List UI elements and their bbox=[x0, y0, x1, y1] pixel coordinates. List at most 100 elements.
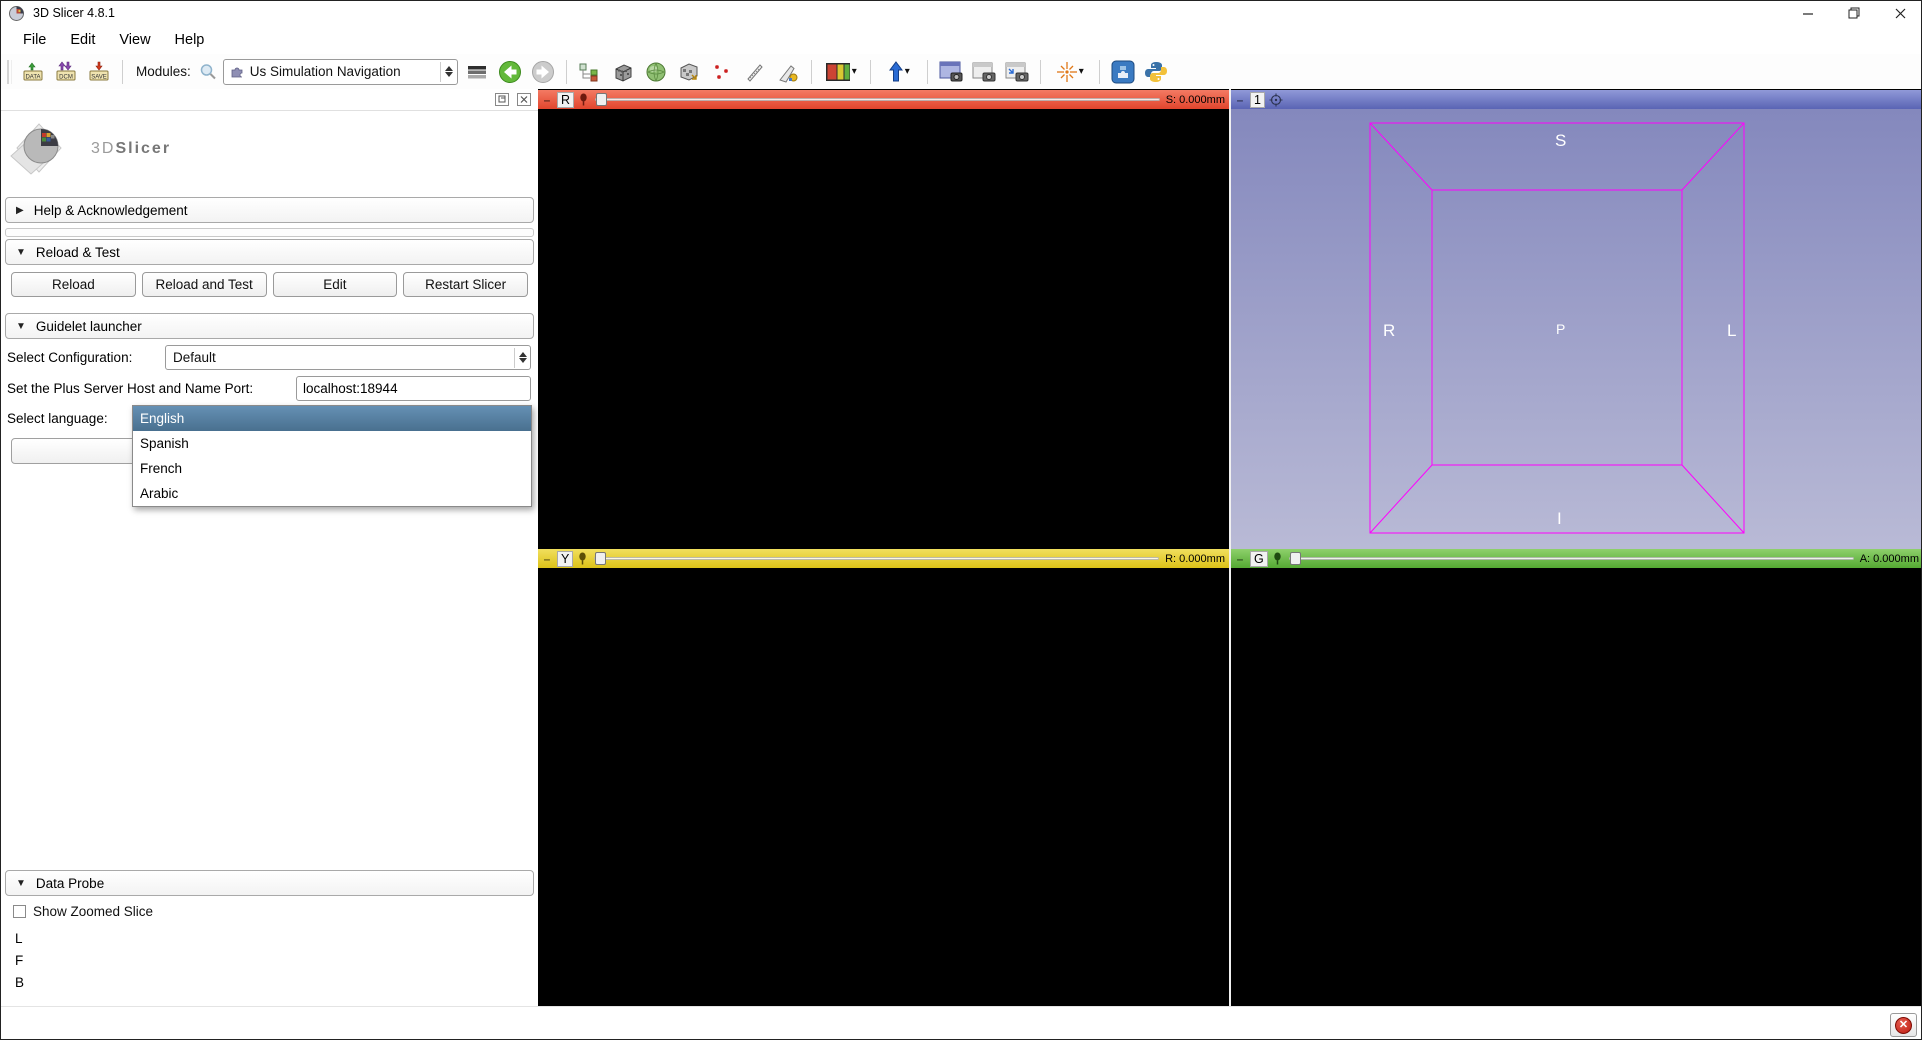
probe-row-f: F bbox=[15, 953, 23, 968]
menu-view[interactable]: View bbox=[107, 28, 162, 52]
language-option-english[interactable]: English bbox=[133, 406, 531, 431]
yellow-slider-handle[interactable] bbox=[595, 552, 606, 565]
yellow-slice-offset: R: 0.000mm bbox=[1165, 553, 1226, 565]
scene-view-capture-icon[interactable] bbox=[970, 58, 998, 86]
markups-icon[interactable] bbox=[708, 58, 736, 86]
collapsed-arrow-icon: ▶ bbox=[16, 205, 24, 216]
undock-panel-icon[interactable] bbox=[494, 92, 510, 107]
python-console-icon[interactable] bbox=[1142, 58, 1170, 86]
red-slice-offset: S: 0.000mm bbox=[1166, 94, 1226, 106]
toolbar-separator bbox=[566, 60, 567, 84]
window-controls bbox=[1785, 1, 1922, 25]
plus-server-input[interactable] bbox=[296, 376, 531, 401]
title-bar: 3D Slicer 4.8.1 bbox=[1, 1, 1922, 25]
red-pin-icon[interactable]: – bbox=[541, 93, 553, 107]
toolbar-separator bbox=[1099, 60, 1100, 84]
restart-slicer-button[interactable]: Restart Slicer bbox=[403, 272, 528, 297]
threed-pin-icon[interactable]: – bbox=[1234, 93, 1246, 107]
green-slice-view[interactable] bbox=[1231, 567, 1922, 1006]
load-dicom-icon[interactable]: DCM bbox=[52, 58, 80, 86]
annotations-icon[interactable] bbox=[741, 58, 769, 86]
minimize-button[interactable] bbox=[1785, 1, 1831, 25]
select-language-label: Select language: bbox=[7, 411, 108, 426]
restore-button[interactable] bbox=[1831, 1, 1877, 25]
toolbar-grip bbox=[7, 60, 12, 84]
axis-label-superior: S bbox=[1555, 131, 1566, 151]
red-slice-bar: – R S: 0.000mm bbox=[538, 90, 1229, 109]
yellow-visibility-icon[interactable] bbox=[577, 552, 588, 565]
green-visibility-icon[interactable] bbox=[1272, 552, 1283, 565]
red-slider-handle[interactable] bbox=[596, 93, 607, 106]
toolbar-separator bbox=[122, 60, 123, 84]
subject-hierarchy-icon[interactable] bbox=[576, 58, 604, 86]
language-option-french[interactable]: French bbox=[133, 456, 531, 481]
slicer-logo: 3DSlicer bbox=[9, 116, 171, 182]
menu-help[interactable]: Help bbox=[163, 28, 217, 52]
green-slider-handle[interactable] bbox=[1290, 552, 1301, 565]
slicer-window: 3D Slicer 4.8.1 File Edit View Help DATA bbox=[0, 0, 1922, 1040]
menu-bar: File Edit View Help bbox=[1, 25, 1922, 54]
error-log-button[interactable]: ✕ bbox=[1890, 1013, 1917, 1037]
screenshot-icon[interactable] bbox=[937, 58, 965, 86]
close-button[interactable] bbox=[1877, 1, 1922, 25]
green-slice-slider[interactable] bbox=[1287, 552, 1856, 565]
scene-view-restore-icon[interactable] bbox=[1003, 58, 1031, 86]
orientation-arrow-icon[interactable]: ▾ bbox=[880, 58, 918, 86]
red-slice-view[interactable] bbox=[538, 109, 1229, 549]
green-slice-bar: – G A: 0.000mm bbox=[1231, 549, 1922, 568]
load-data-icon[interactable]: DATA bbox=[19, 58, 47, 86]
reload-and-test-button[interactable]: Reload and Test bbox=[142, 272, 267, 297]
show-zoomed-slice-checkbox[interactable] bbox=[13, 905, 26, 918]
show-zoomed-slice-label: Show Zoomed Slice bbox=[33, 904, 153, 919]
crosshair-icon[interactable]: ▾ bbox=[1050, 58, 1090, 86]
menu-file[interactable]: File bbox=[11, 28, 58, 52]
back-icon[interactable] bbox=[496, 58, 524, 86]
close-panel-icon[interactable] bbox=[516, 92, 532, 107]
section-data-probe[interactable]: ▼ Data Probe bbox=[5, 870, 534, 896]
viewport-divider bbox=[1229, 89, 1231, 1006]
menu-edit[interactable]: Edit bbox=[58, 28, 107, 52]
probe-row-b: B bbox=[15, 975, 24, 990]
extensions-manager-icon[interactable] bbox=[1109, 58, 1137, 86]
volumes-icon[interactable] bbox=[609, 58, 637, 86]
red-slice-slider[interactable] bbox=[593, 93, 1162, 106]
volume-rendering-icon[interactable] bbox=[642, 58, 670, 86]
status-bar: ✕ bbox=[1, 1006, 1922, 1040]
select-configuration-label: Select Configuration: bbox=[7, 350, 132, 365]
transforms-icon[interactable] bbox=[675, 58, 703, 86]
forward-icon[interactable] bbox=[529, 58, 557, 86]
probe-row-l: L bbox=[15, 931, 23, 946]
chevron-down-icon: ▾ bbox=[905, 66, 910, 77]
reload-button[interactable]: Reload bbox=[11, 272, 136, 297]
center-view-icon[interactable] bbox=[1269, 93, 1283, 107]
editor-icon[interactable] bbox=[774, 58, 802, 86]
edit-button[interactable]: Edit bbox=[273, 272, 398, 297]
yellow-pin-icon[interactable]: – bbox=[541, 552, 553, 566]
language-option-spanish[interactable]: Spanish bbox=[133, 431, 531, 456]
threed-view[interactable]: S R P L I bbox=[1231, 109, 1922, 549]
save-icon[interactable]: SAVE bbox=[85, 58, 113, 86]
green-pin-icon[interactable]: – bbox=[1234, 552, 1246, 566]
section-help-acknowledgement[interactable]: ▶ Help & Acknowledgement bbox=[5, 197, 534, 223]
yellow-slice-bar: – Y R: 0.000mm bbox=[538, 549, 1229, 568]
yellow-slice-slider[interactable] bbox=[592, 552, 1161, 565]
module-history-icon[interactable] bbox=[463, 58, 491, 86]
help-section-strip bbox=[5, 228, 534, 237]
yellow-slice-view[interactable] bbox=[538, 567, 1229, 1006]
language-option-arabic[interactable]: Arabic bbox=[133, 481, 531, 506]
module-selector-spinner[interactable] bbox=[440, 62, 453, 82]
module-selector[interactable]: Us Simulation Navigation bbox=[223, 59, 458, 85]
section-reload-test[interactable]: ▼ Reload & Test bbox=[5, 239, 534, 265]
layout-icon[interactable]: ▾ bbox=[821, 58, 861, 86]
red-visibility-icon[interactable] bbox=[578, 93, 589, 106]
section-guidelet-launcher[interactable]: ▼ Guidelet launcher bbox=[5, 313, 534, 339]
main-toolbar: DATA DCM SAVE Modules: bbox=[1, 54, 1922, 89]
module-search-icon[interactable] bbox=[198, 58, 218, 86]
yellow-view-letter: Y bbox=[557, 551, 573, 567]
threed-view-label: 1 bbox=[1250, 92, 1265, 108]
launch-button[interactable] bbox=[11, 438, 136, 464]
axis-label-posterior: P bbox=[1556, 321, 1565, 337]
configuration-value: Default bbox=[173, 350, 216, 365]
configuration-spinner[interactable] bbox=[514, 348, 527, 368]
configuration-combobox[interactable]: Default bbox=[165, 345, 531, 370]
